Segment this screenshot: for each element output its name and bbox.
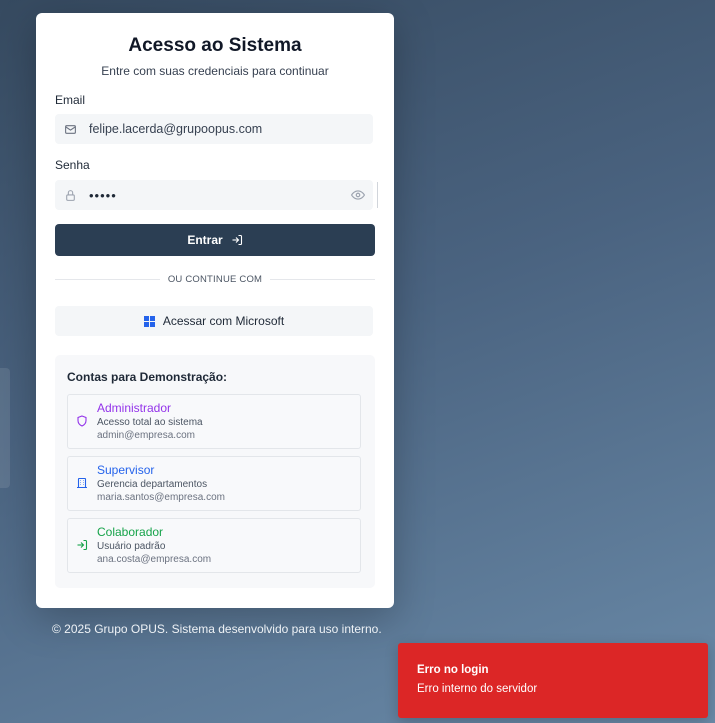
account-role: Colaborador [97, 525, 164, 539]
account-email: ana.costa@empresa.com [97, 554, 212, 565]
demo-title: Contas para Demonstração: [67, 370, 228, 384]
microsoft-login-label: Acessar com Microsoft [162, 314, 285, 328]
building-icon [76, 477, 88, 489]
page-title: Acesso ao Sistema [128, 35, 302, 56]
password-field[interactable]: ••••• [55, 180, 373, 210]
lock-icon [64, 189, 77, 202]
account-role: Administrador [97, 401, 172, 415]
field-divider [377, 182, 378, 208]
page-subtitle: Entre com suas credenciais para continua… [101, 64, 329, 78]
account-role: Supervisor [97, 463, 155, 477]
divider-line-left [55, 279, 160, 280]
demo-account-admin[interactable]: Administrador Acesso total ao sistema ad… [67, 394, 361, 449]
password-value: ••••• [89, 187, 117, 203]
account-description: Acesso total ao sistema [97, 417, 203, 428]
submit-button[interactable]: Entrar [55, 224, 375, 256]
toast-message: Erro interno do servidor [417, 683, 538, 695]
divider-text: OU CONTINUE COM [167, 274, 263, 285]
account-email: maria.santos@empresa.com [97, 492, 225, 503]
login-card: Acesso ao Sistema Entre com suas credenc… [36, 13, 394, 608]
error-toast[interactable]: Erro no login Erro interno do servidor [398, 643, 708, 718]
footer-text: © 2025 Grupo OPUS. Sistema desenvolvido … [52, 622, 382, 636]
or-divider: OU CONTINUE COM [55, 274, 375, 285]
toast-title: Erro no login [417, 664, 489, 676]
side-panel-edge [0, 368, 10, 488]
divider-line-right [270, 279, 375, 280]
eye-icon[interactable] [351, 188, 365, 202]
email-field[interactable]: felipe.lacerda@grupoopus.com [55, 114, 373, 144]
microsoft-login-button[interactable]: Acessar com Microsoft [55, 306, 373, 336]
email-value: felipe.lacerda@grupoopus.com [89, 122, 263, 136]
account-description: Usuário padrão [97, 541, 166, 552]
account-description: Gerencia departamentos [97, 479, 208, 490]
microsoft-logo-icon [143, 315, 155, 327]
password-label: Senha [55, 158, 90, 172]
demo-accounts-panel: Contas para Demonstração: Administrador … [55, 355, 375, 588]
shield-icon [76, 415, 88, 427]
email-label: Email [55, 93, 86, 107]
demo-account-supervisor[interactable]: Supervisor Gerencia departamentos maria.… [67, 456, 361, 511]
login-icon [76, 539, 88, 551]
demo-account-colaborador[interactable]: Colaborador Usuário padrão ana.costa@emp… [67, 518, 361, 573]
mail-icon [64, 123, 77, 136]
login-arrow-icon [231, 234, 243, 246]
account-email: admin@empresa.com [97, 430, 195, 441]
submit-label: Entrar [187, 233, 223, 247]
